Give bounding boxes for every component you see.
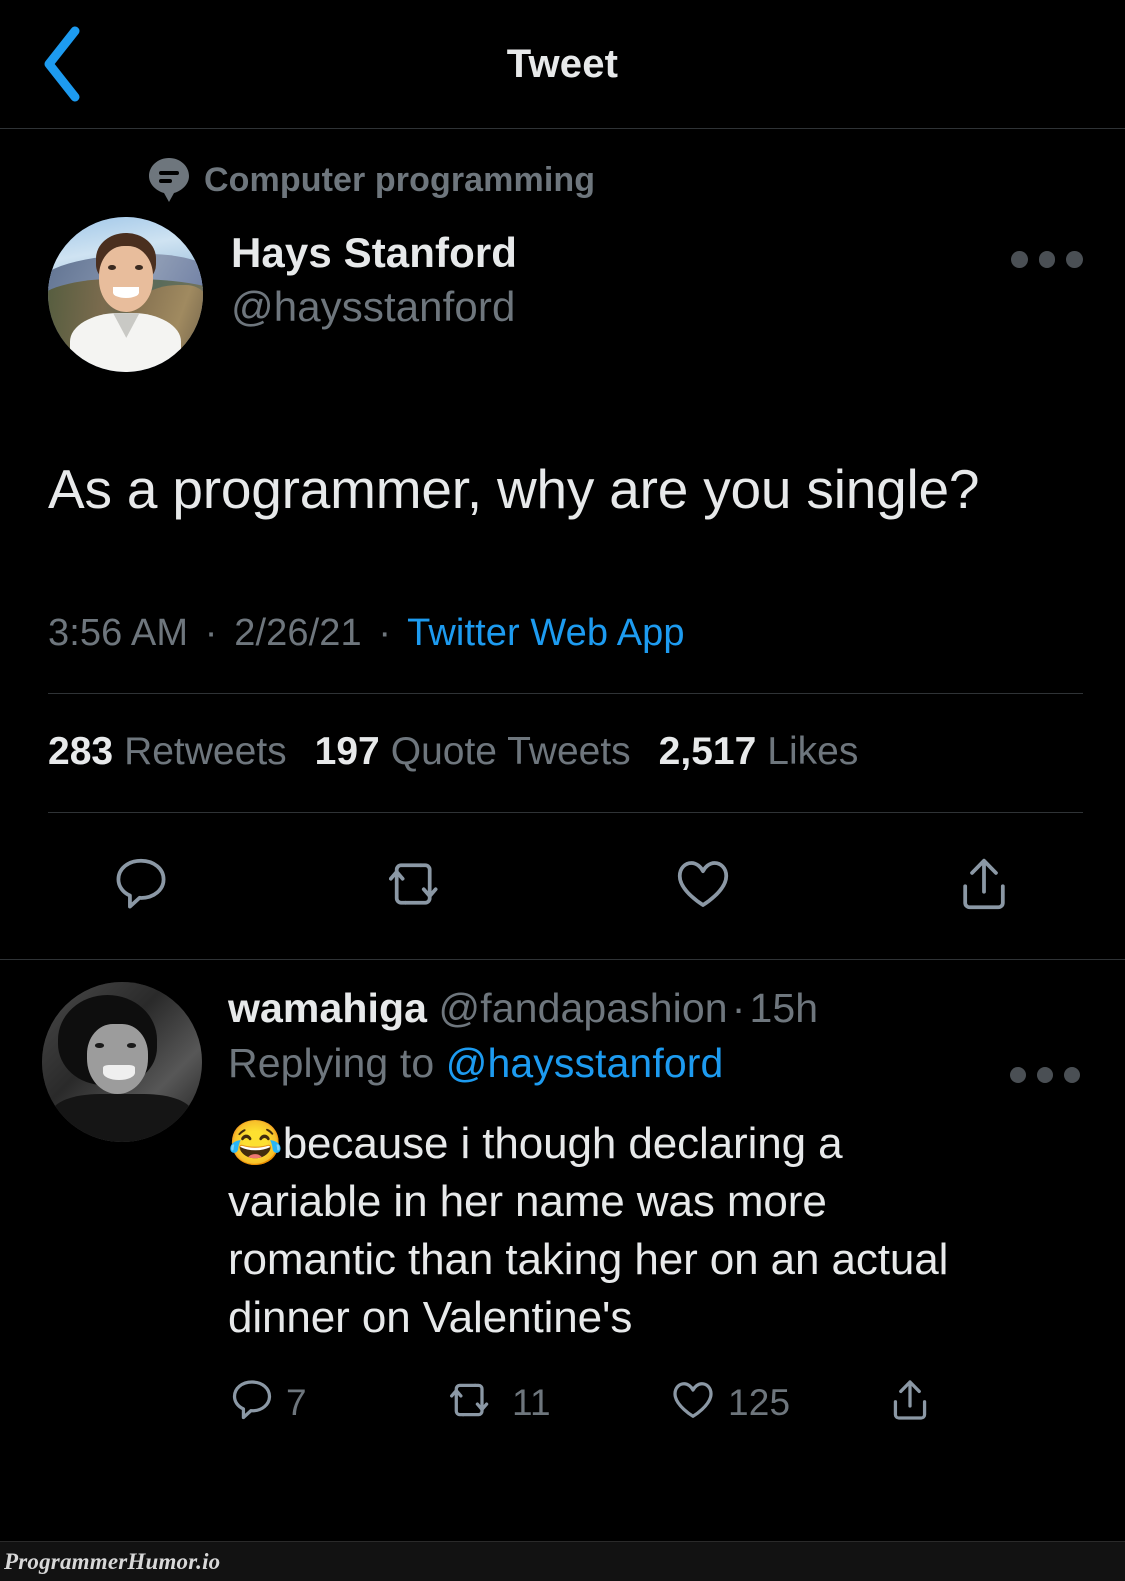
watermark-text: ProgrammerHumor.io <box>4 1548 221 1574</box>
replying-to-prefix: Replying to <box>228 1039 446 1086</box>
tweet-detail-screen: Tweet Computer programming Hays Stanford… <box>0 0 1125 1581</box>
topic-row[interactable]: Computer programming <box>0 129 1125 207</box>
topic-label: Computer programming <box>204 160 596 199</box>
quote-tweets-count[interactable]: 197 <box>315 730 391 774</box>
tweet-stats-row: 283 Retweets 197 Quote Tweets 2,517 Like… <box>0 694 1125 774</box>
replying-to-row: Replying to @haysstanford <box>228 1037 1005 1089</box>
reply-content: wamahiga @fandapashion·15h Replying to @… <box>202 982 1125 1347</box>
author-display-name: Hays Stanford <box>231 229 518 276</box>
reply-action-bar: 7 11 125 <box>0 1348 1125 1442</box>
replying-to-mention[interactable]: @haysstanford <box>446 1040 724 1086</box>
reply-more-button[interactable] <box>1009 1050 1081 1100</box>
retweet-icon <box>388 853 455 920</box>
quote-tweets-label[interactable]: Quote Tweets <box>391 730 659 774</box>
share-icon <box>886 1376 934 1429</box>
watermark-bar: ProgrammerHumor.io <box>0 1541 1125 1581</box>
like-heart-icon <box>671 853 735 920</box>
more-horizontal-icon <box>1038 250 1056 268</box>
share-button[interactable] <box>939 841 1029 931</box>
reply-share-button[interactable] <box>886 1364 934 1442</box>
chevron-left-icon <box>39 25 89 103</box>
reply-like-button[interactable]: 125 <box>668 1364 886 1442</box>
more-horizontal-icon <box>1011 250 1028 268</box>
tweet-meta-row: 3:56 AM · 2/26/21 · Twitter Web App <box>0 526 1125 655</box>
back-button[interactable] <box>28 25 100 103</box>
retweet-icon <box>450 1376 502 1429</box>
reply-body-copy: because i though declaring a variable in… <box>228 1119 949 1343</box>
like-heart-icon <box>668 1376 718 1429</box>
like-button[interactable] <box>658 841 748 931</box>
tweet-date: 2/26/21 <box>234 612 362 655</box>
reply-count: 7 <box>286 1381 307 1423</box>
reply-handle[interactable]: @fandapashion <box>439 985 728 1031</box>
retweet-button[interactable] <box>377 841 467 931</box>
page-title: Tweet <box>506 41 619 86</box>
like-count: 125 <box>728 1381 791 1423</box>
meta-separator: · <box>378 612 392 655</box>
reply-icon <box>110 853 172 920</box>
reply-timestamp[interactable]: 15h <box>749 985 818 1031</box>
tweet-body-text: As a programmer, why are you single? <box>48 458 980 520</box>
likes-count[interactable]: 2,517 <box>659 730 768 774</box>
reply-reply-button[interactable]: 7 <box>228 1364 450 1442</box>
avatar[interactable] <box>48 217 203 372</box>
reply-display-name[interactable]: wamahiga <box>228 985 427 1031</box>
author-handle: @haysstanford <box>231 283 516 331</box>
retweet-count: 11 <box>512 1381 551 1423</box>
tweet-action-bar <box>0 813 1125 959</box>
reply-separator: · <box>731 985 746 1032</box>
avatar[interactable] <box>42 982 202 1143</box>
retweets-label[interactable]: Retweets <box>124 730 315 774</box>
author-name-block[interactable]: Hays Stanford @haysstanford <box>203 217 517 334</box>
tweet-author-row: Hays Stanford @haysstanford <box>0 207 1125 372</box>
reply-button[interactable] <box>96 841 186 931</box>
tweet-time: 3:56 AM <box>48 612 189 655</box>
more-horizontal-icon <box>1066 250 1084 268</box>
reply-icon <box>228 1376 276 1429</box>
tweet-client-link[interactable]: Twitter Web App <box>407 612 684 654</box>
tweet-more-button[interactable] <box>1011 229 1084 289</box>
likes-label[interactable]: Likes <box>767 730 886 774</box>
joy-emoji-icon: 😂 <box>228 1119 283 1169</box>
retweets-count[interactable]: 283 <box>48 730 124 774</box>
more-horizontal-icon <box>1064 1067 1080 1084</box>
reply-header: wamahiga @fandapashion·15h <box>228 982 1005 1034</box>
app-header: Tweet <box>0 0 1125 129</box>
share-icon <box>953 853 1015 920</box>
reply-item: wamahiga @fandapashion·15h Replying to @… <box>0 960 1125 1347</box>
meta-separator: · <box>204 612 218 655</box>
reply-body-text: 😂because i though declaring a variable i… <box>228 1115 1005 1347</box>
reply-retweet-button[interactable]: 11 <box>450 1364 668 1442</box>
more-horizontal-icon <box>1037 1067 1053 1084</box>
topic-bubble-icon <box>148 157 190 203</box>
more-horizontal-icon <box>1010 1067 1026 1084</box>
